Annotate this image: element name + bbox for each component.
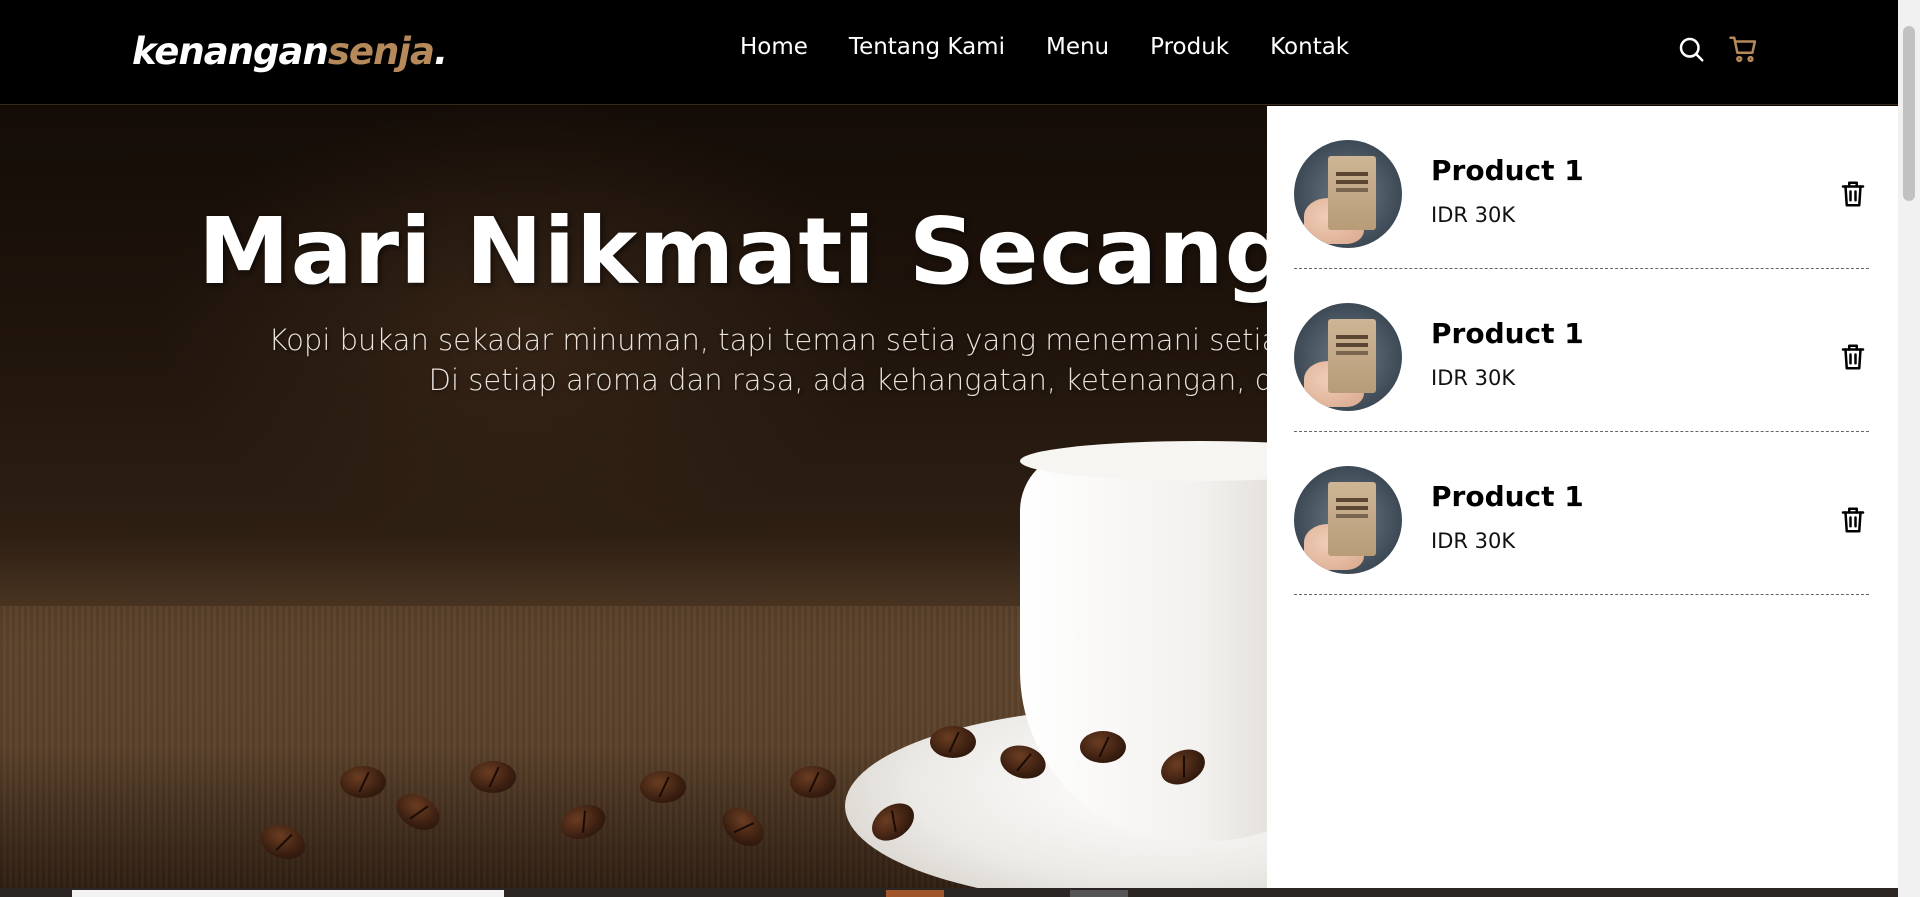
- cart-item-name: Product 1: [1431, 317, 1584, 350]
- cart-item: Product 1 IDR 30K: [1294, 106, 1869, 269]
- nav-link-tentang-kami[interactable]: Tentang Kami: [849, 34, 1005, 60]
- product-thumbnail: [1294, 303, 1402, 411]
- search-icon[interactable]: [1676, 34, 1706, 64]
- scrollbar-thumb[interactable]: [1903, 26, 1915, 201]
- shopping-cart-icon[interactable]: [1728, 34, 1758, 64]
- coffee-bean: [790, 766, 836, 798]
- next-section-peek: [0, 888, 1898, 897]
- coffee-bean: [340, 766, 386, 798]
- product-thumbnail: [1294, 140, 1402, 248]
- trash-icon[interactable]: [1838, 505, 1868, 535]
- nav-link-produk[interactable]: Produk: [1150, 34, 1229, 60]
- shopping-cart-panel: Product 1 IDR 30K Product 1 IDR 30K Prod…: [1267, 106, 1898, 888]
- nav-icons: [1676, 34, 1758, 64]
- coffee-bean: [930, 726, 976, 758]
- brand-logo[interactable]: kenangansenja.: [132, 30, 448, 73]
- next-section-card: [72, 890, 504, 897]
- cart-item: Product 1 IDR 30K: [1294, 432, 1869, 595]
- coffee-bean: [1080, 731, 1126, 763]
- navbar: kenangansenja. Home Tentang Kami Menu Pr…: [0, 0, 1898, 105]
- next-section-block: [1070, 890, 1128, 897]
- nav-link-home[interactable]: Home: [740, 34, 808, 60]
- trash-icon[interactable]: [1838, 179, 1868, 209]
- next-section-accent: [886, 890, 944, 897]
- cart-item-price: IDR 30K: [1431, 203, 1516, 227]
- nav-links: Home Tentang Kami Menu Produk Kontak: [740, 34, 1349, 60]
- cart-item: Product 1 IDR 30K: [1294, 269, 1869, 432]
- brand-name: kenangan: [132, 30, 329, 73]
- nav-link-kontak[interactable]: Kontak: [1270, 34, 1349, 60]
- brand-accent: senja: [327, 30, 435, 73]
- cart-item-name: Product 1: [1431, 480, 1584, 513]
- cart-item-price: IDR 30K: [1431, 366, 1516, 390]
- product-thumbnail: [1294, 466, 1402, 574]
- nav-link-menu[interactable]: Menu: [1046, 34, 1109, 60]
- brand-dot: .: [433, 30, 448, 73]
- cart-item-price: IDR 30K: [1431, 529, 1516, 553]
- cart-item-name: Product 1: [1431, 154, 1584, 187]
- page-scrollbar[interactable]: [1898, 0, 1920, 897]
- coffee-bean: [640, 771, 686, 803]
- trash-icon[interactable]: [1838, 342, 1868, 372]
- coffee-bean: [470, 761, 516, 793]
